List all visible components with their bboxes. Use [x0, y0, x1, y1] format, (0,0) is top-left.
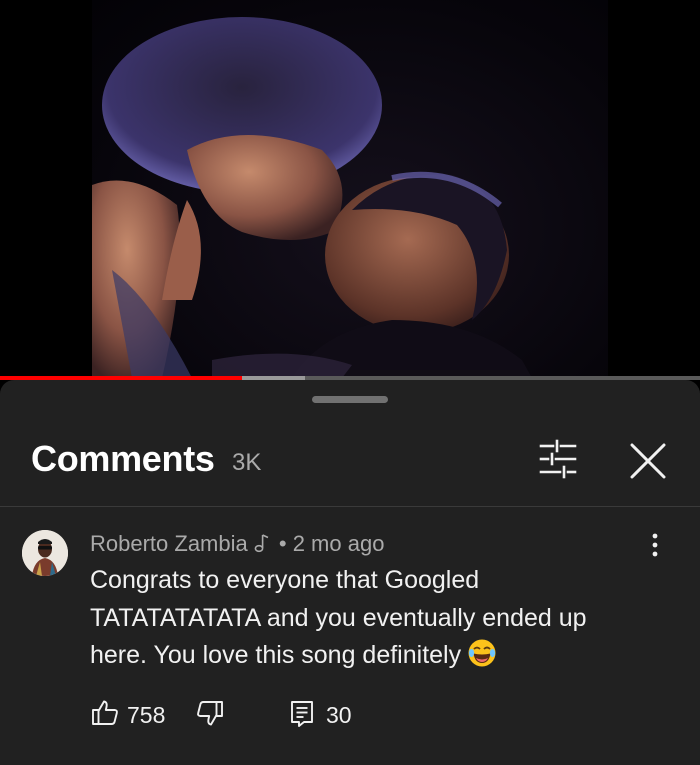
- video-player[interactable]: [0, 0, 700, 378]
- video-still-image: [92, 17, 532, 378]
- filter-button[interactable]: [532, 438, 584, 480]
- video-frame[interactable]: [92, 0, 608, 378]
- avatar[interactable]: [22, 530, 68, 576]
- reply-icon: [291, 701, 313, 727]
- avatar-image: [22, 530, 68, 576]
- dislike-button[interactable]: [195, 698, 225, 728]
- vertical-dots-icon: [652, 533, 658, 557]
- like-button[interactable]: [90, 698, 120, 728]
- comment-meta: Roberto Zambia • 2 mo ago: [90, 531, 384, 559]
- music-note-icon: [254, 533, 270, 559]
- thumbs-down-icon: [197, 701, 223, 726]
- more-options-button[interactable]: [640, 530, 670, 560]
- reply-count: 30: [326, 702, 352, 728]
- close-button[interactable]: [622, 438, 674, 484]
- reply-button[interactable]: [288, 698, 316, 728]
- drag-handle[interactable]: [312, 396, 388, 403]
- comment-text: Congrats to everyone that Googled TATATA…: [90, 566, 587, 669]
- header-divider: [0, 506, 700, 507]
- meta-separator: •: [278, 531, 287, 556]
- comment-body: Congrats to everyone that Googled TATATA…: [90, 562, 650, 680]
- laughing-emoji-icon: [467, 638, 497, 680]
- comments-title: Comments: [31, 438, 215, 479]
- thumbs-up-icon: [92, 700, 118, 725]
- comment-author[interactable]: Roberto Zambia: [90, 531, 248, 556]
- sliders-icon: [539, 439, 577, 479]
- close-icon: [630, 443, 666, 479]
- comment-timestamp: 2 mo ago: [292, 531, 385, 556]
- comments-panel: Comments 3K Roberto Zambia • 2 mo ago Co…: [0, 380, 700, 765]
- comments-count: 3K: [232, 449, 262, 476]
- like-count: 758: [127, 702, 166, 728]
- comment-actions: 758 30: [90, 698, 490, 732]
